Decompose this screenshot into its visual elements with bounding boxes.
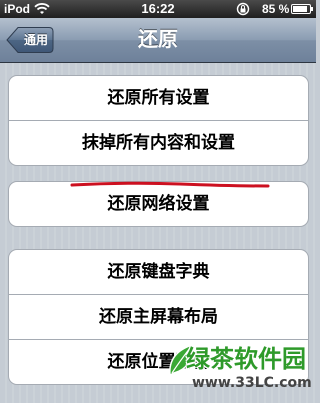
erase-all-content-button[interactable]: 抹掉所有内容和设置: [9, 120, 308, 165]
settings-group-1: 还原所有设置 抹掉所有内容和设置: [8, 75, 309, 166]
battery-percent: 85 %: [262, 2, 290, 16]
red-underline-annotation: [70, 181, 270, 188]
rotation-lock-icon: [236, 2, 250, 16]
page-title: 还原: [138, 29, 178, 51]
reset-all-settings-button[interactable]: 还原所有设置: [9, 76, 308, 120]
watermark-brand: 绿茶软件园: [186, 346, 306, 373]
watermark-url: www.33LC.com: [192, 375, 312, 391]
reset-home-screen-layout-button[interactable]: 还原主屏幕布局: [9, 294, 308, 339]
status-bar: iPod 16:22 85 %: [0, 0, 316, 18]
battery-icon: [291, 4, 313, 14]
navigation-bar: 通用 还原: [0, 18, 316, 63]
watermark: 绿茶软件园 www.33LC.com: [169, 335, 316, 403]
reset-keyboard-dictionary-button[interactable]: 还原键盘字典: [9, 250, 308, 294]
